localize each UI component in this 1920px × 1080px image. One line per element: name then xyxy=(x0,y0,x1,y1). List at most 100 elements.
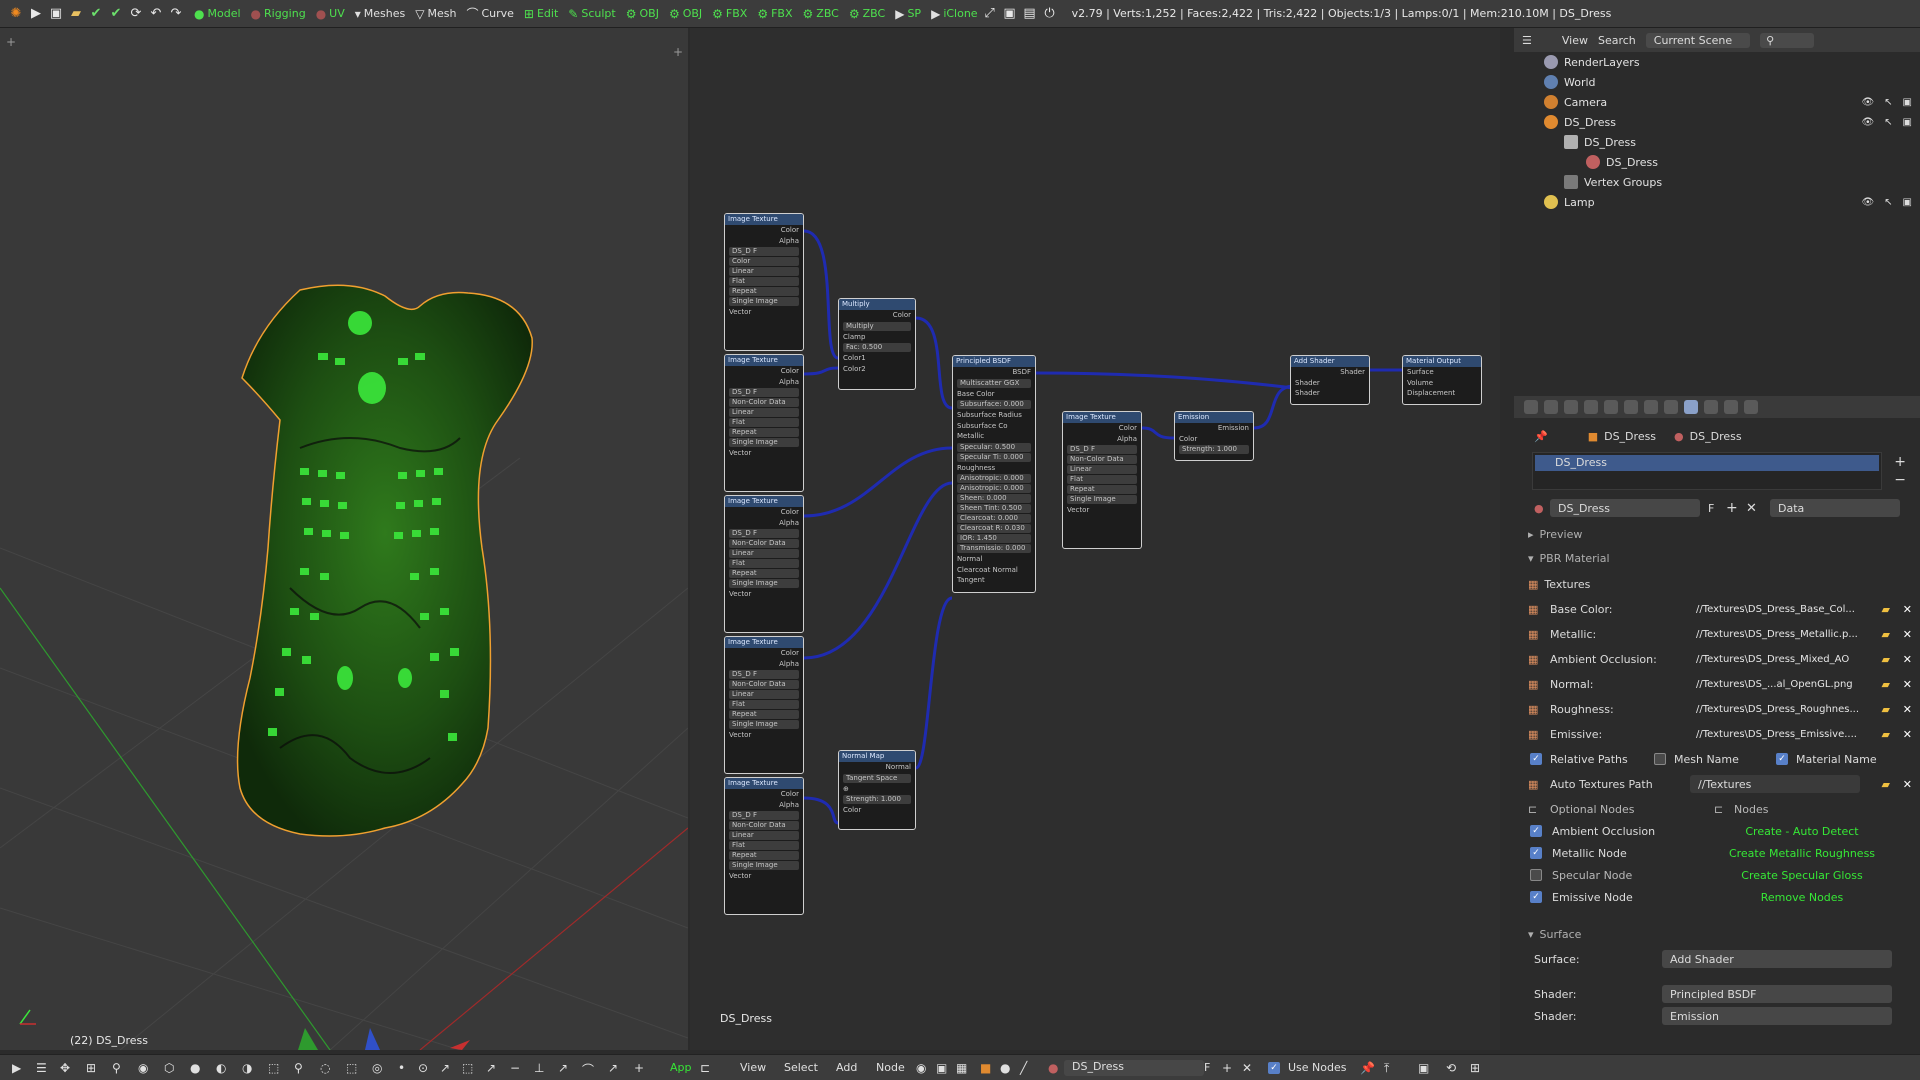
image-texture-node-5[interactable]: Image Texture Color Alpha DS_D F Non-Col… xyxy=(724,777,804,915)
sheen[interactable]: Sheen: 0.000 xyxy=(957,494,1031,503)
render-icon[interactable]: ▣ xyxy=(1903,117,1912,128)
folder-icon[interactable]: ▰ xyxy=(1882,703,1890,716)
add-slot-icon[interactable]: + xyxy=(1894,454,1906,470)
outliner-item-lamp[interactable]: Lamp 👁 ↖ ▣ xyxy=(1514,192,1920,212)
open-folder-icon[interactable]: ▰ xyxy=(68,6,84,22)
fake-user-toggle[interactable]: F xyxy=(1708,502,1714,515)
shader-2-select[interactable]: Emission xyxy=(1662,1007,1892,1025)
projection[interactable]: Flat xyxy=(729,277,799,286)
projection[interactable]: Flat xyxy=(729,559,799,568)
source[interactable]: Single Image xyxy=(729,297,799,306)
material-select[interactable]: DS_Dress xyxy=(1064,1060,1204,1076)
search-icon[interactable]: ⚲ xyxy=(294,1061,303,1075)
blend-mode[interactable]: Multiply xyxy=(843,321,911,331)
object-tab-icon[interactable] xyxy=(1604,400,1618,414)
move-icon[interactable]: ↗ xyxy=(486,1061,496,1075)
clear-icon[interactable]: ✕ xyxy=(1903,653,1912,666)
solid-icon[interactable]: ● xyxy=(190,1061,200,1075)
use-nodes-checkbox[interactable]: ✓ xyxy=(1268,1062,1280,1074)
wireframe-icon[interactable]: ⬡ xyxy=(164,1061,174,1075)
snap-icon[interactable]: ⟲ xyxy=(1446,1061,1456,1075)
scale-icon[interactable]: ⬚ xyxy=(462,1061,473,1075)
compositor-icon[interactable]: ▣ xyxy=(936,1061,947,1075)
image-selector[interactable]: DS_D F xyxy=(729,670,799,679)
menu-sp[interactable]: ▶ SP xyxy=(895,7,921,21)
menu-model[interactable]: ● Model xyxy=(194,7,241,21)
clear-icon[interactable]: ✕ xyxy=(1903,778,1912,791)
image-texture-node-4[interactable]: Image Texture Color Alpha DS_D F Non-Col… xyxy=(724,636,804,774)
multiply-node[interactable]: Multiply Color Multiply Clamp Fac: 0.500… xyxy=(838,298,916,390)
folder-icon[interactable]: ▰ xyxy=(1882,603,1890,616)
cursor-icon[interactable]: ↖ xyxy=(1884,197,1892,208)
shader-nodes-icon[interactable]: ◉ xyxy=(916,1061,926,1075)
image-texture-node-3[interactable]: Image Texture Color Alpha DS_D F Non-Col… xyxy=(724,495,804,633)
image-icon[interactable]: ▤ xyxy=(1022,6,1038,22)
outliner-item-ds-dress[interactable]: DS_Dress 👁 ↖ ▣ xyxy=(1514,112,1920,132)
circle-select-icon[interactable]: ◎ xyxy=(372,1061,382,1075)
menu-fbx-import[interactable]: ⚙ FBX xyxy=(712,7,747,21)
node-menu-select[interactable]: Select xyxy=(784,1061,818,1074)
clamp-checkbox[interactable]: Clamp xyxy=(839,332,915,343)
eye-icon[interactable]: 👁 xyxy=(1861,97,1874,108)
add-material-icon[interactable]: + xyxy=(1222,1061,1232,1075)
scene-select[interactable]: Current Scene xyxy=(1645,32,1751,48)
color-space[interactable]: Non-Color Data xyxy=(729,539,799,548)
image-texture-node-emissive[interactable]: Image Texture Color Alpha DS_D F Non-Col… xyxy=(1062,411,1142,549)
corner-plus-icon[interactable]: + xyxy=(6,35,16,49)
projection[interactable]: Flat xyxy=(1067,475,1137,484)
subsurface[interactable]: Subsurface: 0.000 xyxy=(957,400,1031,409)
fake-user-toggle[interactable]: F xyxy=(1204,1061,1210,1074)
menu-icon[interactable]: ☰ xyxy=(36,1061,47,1075)
outliner-item-world[interactable]: World xyxy=(1514,72,1920,92)
app-menu[interactable]: App xyxy=(670,1061,692,1074)
add-material-icon[interactable]: + xyxy=(1726,500,1738,516)
clearcoat[interactable]: Clearcoat: 0.000 xyxy=(957,514,1031,523)
outliner-item-ds-dress-material[interactable]: DS_Dress xyxy=(1514,152,1920,172)
data-tab-icon[interactable] xyxy=(1664,400,1678,414)
strength-field[interactable]: Strength: 1.000 xyxy=(1179,445,1249,454)
render-icon[interactable]: ▣ xyxy=(1002,6,1018,22)
outliner[interactable]: ☰ View Search Current Scene ⚲ RenderLaye… xyxy=(1514,28,1920,388)
image-selector[interactable]: DS_D F xyxy=(729,388,799,397)
ambient-occlusion-checkbox[interactable]: ✓ xyxy=(1530,825,1542,837)
interpolation[interactable]: Linear xyxy=(729,408,799,417)
curve-icon[interactable]: ⌒ xyxy=(582,1061,594,1078)
arrow-icon[interactable]: ↗ xyxy=(440,1061,450,1075)
outliner-item-camera[interactable]: Camera 👁 ↖ ▣ xyxy=(1514,92,1920,112)
pin-icon[interactable]: 📌 xyxy=(1360,1061,1375,1075)
color-space[interactable]: Non-Color Data xyxy=(729,680,799,689)
layers-tab-icon[interactable] xyxy=(1544,400,1558,414)
snap-icon[interactable]: ✥ xyxy=(60,1061,70,1075)
menu-view[interactable]: View xyxy=(1562,34,1588,47)
extension[interactable]: Repeat xyxy=(729,710,799,719)
transmission[interactable]: Transmissio: 0.000 xyxy=(957,544,1031,553)
source[interactable]: Single Image xyxy=(729,579,799,588)
extension[interactable]: Repeat xyxy=(729,428,799,437)
source[interactable]: Single Image xyxy=(729,861,799,870)
menu-rigging[interactable]: ● Rigging xyxy=(251,7,306,21)
color-space[interactable]: Color xyxy=(729,257,799,266)
menu-obj-export[interactable]: ⚙ OBJ xyxy=(669,7,702,21)
specular-node-checkbox[interactable] xyxy=(1530,869,1542,881)
material-browse-icon[interactable]: ● xyxy=(1534,502,1544,515)
specular-tint[interactable]: Specular Ti: 0.000 xyxy=(957,452,1031,462)
material-name-field[interactable]: DS_Dress xyxy=(1550,499,1700,517)
link-data-select[interactable]: Data xyxy=(1770,499,1900,517)
material-icon[interactable]: ● xyxy=(1048,1061,1058,1075)
color-space[interactable]: Non-Color Data xyxy=(729,398,799,407)
node-menu-node[interactable]: Node xyxy=(876,1061,905,1074)
corner-plus-icon[interactable]: + xyxy=(673,45,683,59)
image-texture-node-2[interactable]: Image Texture Color Alpha DS_D F Non-Col… xyxy=(724,354,804,492)
outliner-item-ds-dress-mesh[interactable]: DS_Dress xyxy=(1514,132,1920,152)
pbr-panel-header[interactable]: ▾ PBR Material xyxy=(1514,548,1920,568)
menu-meshes[interactable]: ▾ Meshes xyxy=(355,7,406,21)
interpolation[interactable]: Linear xyxy=(729,690,799,699)
clearcoat-roughness[interactable]: Clearcoat R: 0.030 xyxy=(957,524,1031,533)
shader-1-select[interactable]: Principled BSDF xyxy=(1662,985,1892,1003)
undo-icon[interactable]: ↶ xyxy=(148,6,164,22)
cursor-icon[interactable]: ↖ xyxy=(1884,97,1892,108)
gizmo-arrow-z[interactable] xyxy=(365,1028,380,1050)
menu-edit[interactable]: ⊞ Edit xyxy=(524,7,558,21)
particles-tab-icon[interactable] xyxy=(1724,400,1738,414)
unlink-icon[interactable]: ✕ xyxy=(1242,1061,1252,1075)
